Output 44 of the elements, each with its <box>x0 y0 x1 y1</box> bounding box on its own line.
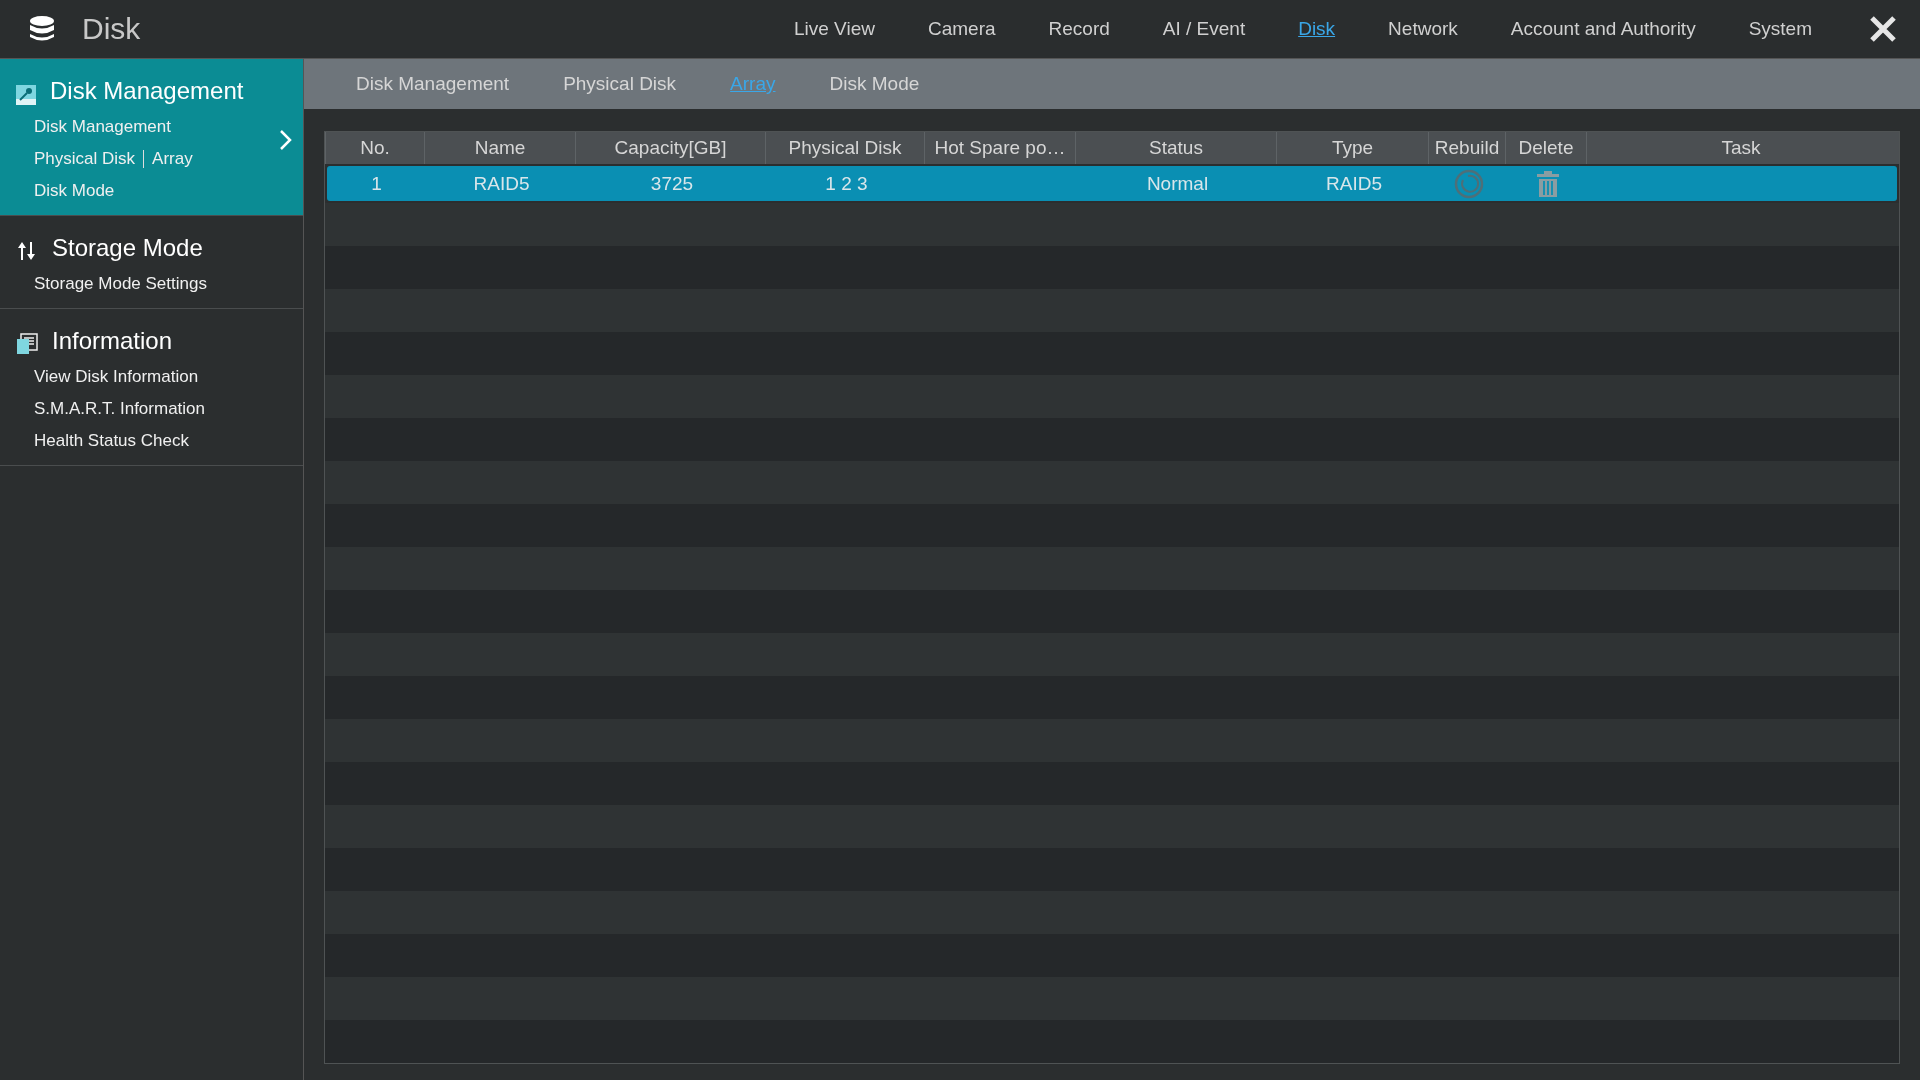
sidebar-item[interactable]: Storage Mode Settings <box>34 274 207 294</box>
rebuild-button[interactable] <box>1453 168 1484 199</box>
column-header: Task <box>1586 132 1895 165</box>
column-header: Capacity[GB] <box>575 132 765 165</box>
table-cell-text: RAID5 <box>472 171 531 196</box>
column-header: Status <box>1075 132 1276 165</box>
column-header: Hot Spare po… <box>924 132 1075 165</box>
window-title: Disk <box>82 12 141 46</box>
up-down-arrows-icon <box>16 240 38 262</box>
column-header: Rebuild <box>1428 132 1505 165</box>
delete-button[interactable] <box>1535 169 1560 198</box>
database-icon <box>28 15 56 43</box>
column-header: Name <box>424 132 575 165</box>
nav-tab[interactable]: Camera <box>927 18 996 40</box>
column-header: No. <box>325 132 424 165</box>
key-icon <box>16 85 36 105</box>
table-cell-text: 1 2 3 <box>824 171 869 196</box>
nav-tab[interactable]: Live View <box>793 18 875 40</box>
sidebar-item[interactable]: Disk Management <box>34 117 171 137</box>
chevron-right-icon <box>279 129 293 151</box>
sidebar-item[interactable]: Disk Mode <box>34 181 115 201</box>
nav-tab[interactable]: Network <box>1388 18 1458 40</box>
sidebar-item[interactable]: Health Status Check <box>34 431 189 451</box>
close-icon <box>1869 15 1897 43</box>
table-cell-text: RAID5 <box>1325 171 1383 196</box>
sidebar-item[interactable]: Array <box>152 149 193 169</box>
sidebar-item[interactable]: Physical Disk <box>34 149 136 169</box>
column-header: Physical Disk <box>765 132 924 165</box>
sidebar-item[interactable]: View Disk Information <box>34 367 199 387</box>
table-cell-text: Normal <box>1145 171 1210 196</box>
nav-tab[interactable]: AI / Event <box>1162 18 1246 40</box>
nav-tab[interactable]: System <box>1748 18 1812 40</box>
table-cell-text: 1 <box>370 171 383 196</box>
sidebar-item[interactable]: S.M.A.R.T. Information <box>34 399 205 419</box>
sidebar-group-title[interactable]: Disk Management <box>50 77 244 105</box>
column-header: Type <box>1276 132 1428 165</box>
nav-tab[interactable]: Record <box>1048 18 1110 40</box>
column-header: Delete <box>1505 132 1586 165</box>
sidebar-group-title[interactable]: Storage Mode <box>52 234 203 262</box>
nav-tab[interactable]: Disk <box>1298 18 1336 40</box>
sidebar-group-title[interactable]: Information <box>52 327 173 355</box>
nav-tab[interactable]: Account and Authority <box>1510 18 1696 40</box>
table-cell-text: 3725 <box>649 171 695 196</box>
document-icon <box>16 333 38 355</box>
